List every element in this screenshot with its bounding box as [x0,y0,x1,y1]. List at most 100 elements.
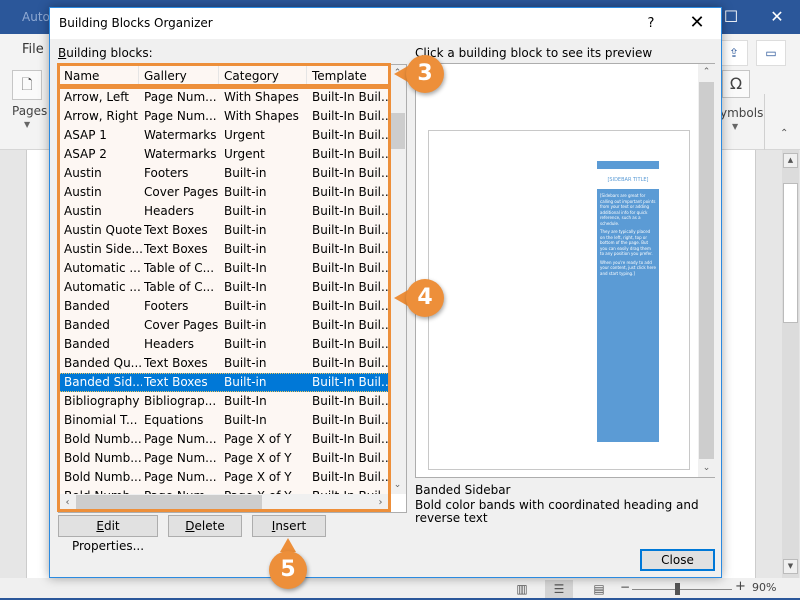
callout-pointer [280,538,296,552]
table-row[interactable]: Automatic ... Table of C... Built-In Built-… [59,278,389,297]
cell-gallery: Cover Pages [144,318,219,332]
callout-badge-3: 3 [406,55,444,93]
label-text: uilding blocks: [66,46,153,60]
building-blocks-list[interactable]: Name Gallery Category Template Arrow, Le… [58,64,407,513]
column-header-template[interactable]: Template [307,65,389,87]
table-row[interactable]: Bold Numb...Page Num...Page X of YBuilt-… [59,487,389,494]
preview-scroll-down-icon[interactable]: ⌄ [698,460,715,477]
list-vscroll-thumb[interactable] [390,113,405,149]
cell-gallery: Footers [144,299,189,313]
comments-button[interactable]: ▭ [756,40,786,66]
share-button[interactable]: ⇪ [720,40,748,66]
table-row[interactable]: ASAP 1 Watermarks Urgent Built-In Buil... [59,126,389,145]
zoom-slider[interactable] [632,589,732,590]
table-row[interactable]: Automatic ... Table of C... Built-In Built-… [59,259,389,278]
delete-button[interactable]: Delete [168,515,242,537]
file-tab[interactable]: File [22,42,44,57]
table-row[interactable]: Austin Quote Text Boxes Built-in Built-In B… [59,221,389,240]
preview-label: Click a building block to see its previe… [415,46,653,60]
table-row[interactable]: Austin Headers Built-in Built-In Buil... [59,202,389,221]
cell-category: Built-in [224,223,267,237]
column-header-category[interactable]: Category [219,65,307,87]
dialog-titlebar: Building Blocks Organizer ? ✕ [50,8,721,39]
table-row[interactable]: Bold Numb...Page Num...Page X of YBuilt-… [59,449,389,468]
dialog-close-icon[interactable]: ✕ [682,11,712,35]
web-layout-icon[interactable]: ▤ [585,580,613,598]
list-horizontal-scrollbar[interactable]: ‹ › [59,494,389,511]
table-row[interactable]: Austin Footers Built-in Built-In Buil... [59,164,389,183]
table-row[interactable]: Bold Numb...Page Num...Page X of YBuilt-… [59,468,389,487]
scroll-thumb[interactable] [783,183,798,323]
table-row[interactable]: Bibliography Bibliograp... Built-In Built-I… [59,392,389,411]
table-row[interactable]: Banded Footers Built-in Built-In Buil... [59,297,389,316]
cell-name: Bold Numb... [64,487,142,494]
list-hscroll-thumb[interactable] [76,495,262,510]
cell-template: Built-In Buil... [312,470,388,484]
pages-label[interactable]: Pages [12,104,47,118]
zoom-out-button[interactable]: − [620,580,630,594]
list-scroll-right-icon[interactable]: › [372,494,389,511]
help-button[interactable]: ? [640,13,662,35]
preview-scroll-up-icon[interactable]: ⌃ [698,64,715,81]
cell-name: Austin Side... [64,242,142,256]
table-row[interactable]: ASAP 2 Watermarks Urgent Built-In Buil... [59,145,389,164]
cell-gallery: Page Num... [144,90,217,104]
table-row[interactable]: Austin Cover Pages Built-in Built-In Buil..… [59,183,389,202]
table-row[interactable]: Banded Sid... Text Boxes Built-in Built-In … [59,373,389,392]
list-header: Name Gallery Category Template [59,65,389,87]
pages-dropdown-caret-icon[interactable]: ▼ [24,120,30,129]
button-label: elete [194,519,225,533]
cell-template: Built-In Buil... [312,90,388,104]
list-vertical-scrollbar[interactable]: ⌃ ⌄ [389,65,406,494]
cell-template: Built-In Buil... [312,128,388,142]
document-scrollbar[interactable]: ▲ ▼ [782,150,799,578]
sidebar-color-band [597,161,659,169]
table-row[interactable]: Arrow, Right Page Num... With Shapes Built-… [59,107,389,126]
cell-gallery: Table of C... [144,261,215,275]
symbols-dropdown-caret-icon[interactable]: ▼ [732,122,738,131]
edit-properties-button[interactable]: Edit Properties... [58,515,158,553]
print-layout-icon[interactable]: ☰ [545,580,573,598]
list-scroll-down-icon[interactable]: ⌄ [389,477,406,494]
cell-name: Banded Sid... [64,375,142,389]
preview-scrollbar[interactable]: ⌃ ⌄ [698,64,715,477]
dialog-title: Building Blocks Organizer [59,16,213,30]
cell-template: Built-In Buil... [312,185,388,199]
scroll-up-icon[interactable]: ▲ [783,153,798,168]
zoom-in-button[interactable]: + [735,579,746,594]
cell-name: Bibliography [64,394,140,408]
cell-template: Built-In Buil... [312,109,388,123]
list-scroll-left-icon[interactable]: ‹ [59,494,76,511]
cell-name: Austin [64,166,102,180]
table-row[interactable]: Bold Numb...Page Num...Page X of YBuilt-… [59,430,389,449]
cell-category: Built-In [224,280,267,294]
zoom-level[interactable]: 90% [752,581,776,594]
table-row[interactable]: Binomial T... Equations Built-In Built-In B… [59,411,389,430]
collapse-ribbon-icon[interactable]: ⌃ [780,128,788,139]
scroll-down-icon[interactable]: ▼ [783,559,798,574]
word-close-button[interactable]: ✕ [754,0,800,34]
column-header-name[interactable]: Name [59,65,139,87]
pages-icon[interactable]: 🗋 [12,70,42,100]
cell-name: Banded Qu... [64,356,142,370]
cell-gallery: Bibliograp... [144,394,217,408]
cell-category: Urgent [224,128,265,142]
sidebar-body: [Sidebars are great for calling out impo… [597,189,659,442]
symbol-omega-icon[interactable]: Ω [722,70,750,98]
preview-scroll-thumb[interactable] [699,82,714,459]
cell-gallery: Footers [144,166,189,180]
cell-category: Built-in [224,242,267,256]
symbols-label[interactable]: ymbols [720,106,763,120]
table-row[interactable]: Arrow, Left Page Num... With Shapes Built-I… [59,88,389,107]
table-row[interactable]: Banded Headers Built-in Built-In Buil... [59,335,389,354]
insert-button[interactable]: Insert [252,515,326,537]
read-mode-icon[interactable]: ▥ [508,580,536,598]
zoom-slider-thumb[interactable] [675,583,680,595]
table-row[interactable]: Banded Cover Pages Built-in Built-In Buil..… [59,316,389,335]
column-header-gallery[interactable]: Gallery [139,65,219,87]
cell-template: Built-In Buil... [312,223,388,237]
close-button[interactable]: Close [640,549,715,571]
cell-gallery: Text Boxes [144,223,208,237]
table-row[interactable]: Banded Qu... Text Boxes Built-in Built-In B… [59,354,389,373]
table-row[interactable]: Austin Side... Text Boxes Built-in Built-In… [59,240,389,259]
